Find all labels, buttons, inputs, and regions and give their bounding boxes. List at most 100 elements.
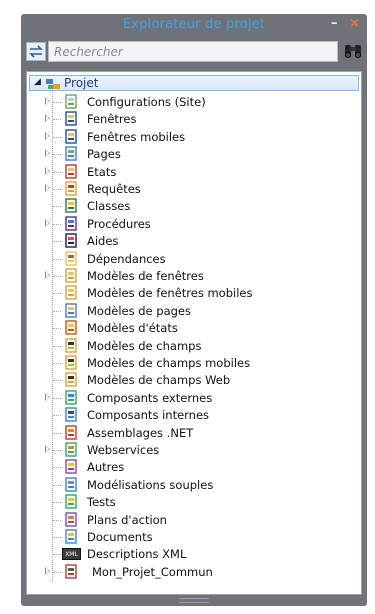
- expand-arrow-icon[interactable]: [45, 218, 50, 227]
- tree-item-label: Requêtes: [87, 182, 141, 196]
- panel-title: Explorateur de projet: [122, 17, 266, 32]
- modeling-icon: [65, 477, 77, 492]
- tree-item[interactable]: Modèles de champs Web: [27, 372, 357, 389]
- expand-arrow-icon[interactable]: [45, 566, 50, 575]
- tree-item[interactable]: Autres: [27, 459, 357, 476]
- tree-item-label: Modèles de fenêtres mobiles: [87, 286, 253, 301]
- dotnet-assembly-icon: [65, 424, 77, 440]
- tree-item[interactable]: Modèles de pages: [27, 303, 357, 320]
- title-bar[interactable]: Explorateur de projet – ×: [21, 14, 367, 38]
- tree-item[interactable]: Dépendances: [27, 250, 357, 268]
- minimize-button[interactable]: –: [331, 16, 338, 31]
- tree-item[interactable]: Plans d'action: [27, 511, 357, 529]
- tree-item[interactable]: Classes: [27, 198, 357, 215]
- tree-item[interactable]: Modélisations souples: [27, 477, 357, 494]
- tree-connector: [53, 119, 61, 121]
- report-template-icon: [65, 320, 77, 335]
- expand-arrow-icon[interactable]: [45, 166, 50, 175]
- tree-item[interactable]: Modèles de fenêtres: [27, 268, 357, 285]
- tree-root-project[interactable]: ◢ Projet: [29, 75, 359, 91]
- tree-item-label: Modèles de champs Web: [87, 373, 231, 388]
- tree-item-label: Etats: [87, 164, 117, 179]
- tree-item-label: Modèles de fenêtres: [87, 269, 204, 283]
- tree-item-label: Modèles de champs mobiles: [87, 356, 251, 370]
- tree-connector: [53, 571, 61, 573]
- tree-connector: [53, 415, 61, 417]
- expand-arrow-icon[interactable]: [45, 149, 50, 158]
- tree-connector: [53, 450, 61, 451]
- tree-item[interactable]: Modèles de champs mobiles: [27, 355, 357, 372]
- tree-item[interactable]: Procédures: [27, 216, 357, 233]
- search-input[interactable]: [48, 41, 338, 62]
- tree-item[interactable]: Composants internes: [27, 407, 357, 424]
- tree-item[interactable]: Aides: [27, 233, 357, 250]
- tree-item[interactable]: Webservices: [27, 442, 357, 459]
- document-icon: [65, 529, 77, 544]
- mobile-window-icon: [65, 129, 77, 144]
- expand-arrow-icon[interactable]: [45, 392, 50, 401]
- tree-item[interactable]: Composants externes: [27, 390, 357, 407]
- tree-connector: [53, 154, 61, 156]
- tree-item-label: Modèles de champs: [87, 338, 202, 353]
- page-icon: [65, 146, 77, 161]
- webservice-icon: [65, 442, 77, 457]
- class-icon: [65, 198, 77, 214]
- expand-arrow-icon[interactable]: [45, 271, 50, 279]
- tree-item[interactable]: Assemblages .NET: [27, 424, 357, 442]
- tree-item[interactable]: Mon_Projet_Commun: [27, 564, 357, 581]
- other-icon: [65, 459, 77, 475]
- tree-item-label: Plans d'action: [87, 512, 167, 527]
- search-button[interactable]: [343, 42, 363, 61]
- tree-item[interactable]: Modèles de fenêtres mobiles: [27, 285, 357, 302]
- tree-item[interactable]: Modèles de champs: [27, 337, 357, 355]
- tree-connector: [53, 189, 61, 190]
- tree-item-label: Documents: [87, 530, 153, 544]
- configurations-icon: [65, 94, 77, 109]
- expand-arrow-icon[interactable]: [45, 184, 50, 192]
- collapse-arrow-icon[interactable]: ◢: [34, 77, 41, 87]
- tree-item[interactable]: Configurations (Site): [27, 94, 357, 111]
- tree-item-label: Fenêtres: [87, 112, 137, 127]
- tree-connector: [53, 136, 61, 138]
- mobile-window-template-icon: [65, 285, 77, 301]
- report-icon: [65, 163, 77, 179]
- web-field-template-icon: [65, 372, 77, 388]
- sync-selection-button[interactable]: [26, 42, 46, 61]
- tree-connector: [53, 328, 61, 330]
- tree-connector: [53, 345, 61, 347]
- tree-connector: [53, 380, 61, 382]
- tree-connector: [53, 537, 61, 538]
- expand-arrow-icon[interactable]: [45, 114, 50, 123]
- resize-grip[interactable]: [179, 598, 209, 603]
- tree-connector: [53, 363, 61, 364]
- expand-arrow-icon[interactable]: [45, 97, 50, 105]
- expand-arrow-icon[interactable]: [45, 445, 50, 453]
- tree-item[interactable]: Documents: [27, 529, 357, 546]
- tree-connector: [53, 171, 61, 173]
- tree-item[interactable]: XML Descriptions XML: [27, 546, 357, 563]
- project-explorer-panel: Explorateur de projet – × ◢: [21, 14, 367, 606]
- tree-item-label: Composants externes: [87, 390, 213, 405]
- tree-connector: [53, 102, 61, 103]
- tree-item[interactable]: Fenêtres: [27, 111, 357, 128]
- tree-item-label: Composants internes: [87, 408, 210, 423]
- tree-item[interactable]: Pages: [27, 146, 357, 163]
- tree-item-label: Fenêtres mobiles: [87, 129, 186, 144]
- project-icon: [44, 76, 62, 95]
- tree-item[interactable]: Requêtes: [27, 181, 357, 198]
- tree-connector: [53, 223, 61, 225]
- tree-item[interactable]: Etats: [27, 163, 357, 181]
- tree-connector: [53, 206, 61, 208]
- tree-item-label: Aides: [87, 234, 119, 249]
- tree-connector: [53, 258, 61, 260]
- action-plan-icon: [65, 511, 77, 527]
- external-component-icon: [65, 390, 77, 405]
- tree-item[interactable]: Fenêtres mobiles: [27, 129, 357, 146]
- window-template-icon: [65, 268, 77, 283]
- xml-icon: XML: [62, 548, 81, 561]
- close-button[interactable]: ×: [349, 16, 360, 31]
- tree-item[interactable]: Modèles d'états: [27, 320, 357, 337]
- project-tree[interactable]: ◢ Projet Configurations (Site) Fenêtres Fe…: [26, 71, 362, 595]
- expand-arrow-icon[interactable]: [45, 131, 50, 140]
- tree-item[interactable]: Tests: [27, 494, 357, 511]
